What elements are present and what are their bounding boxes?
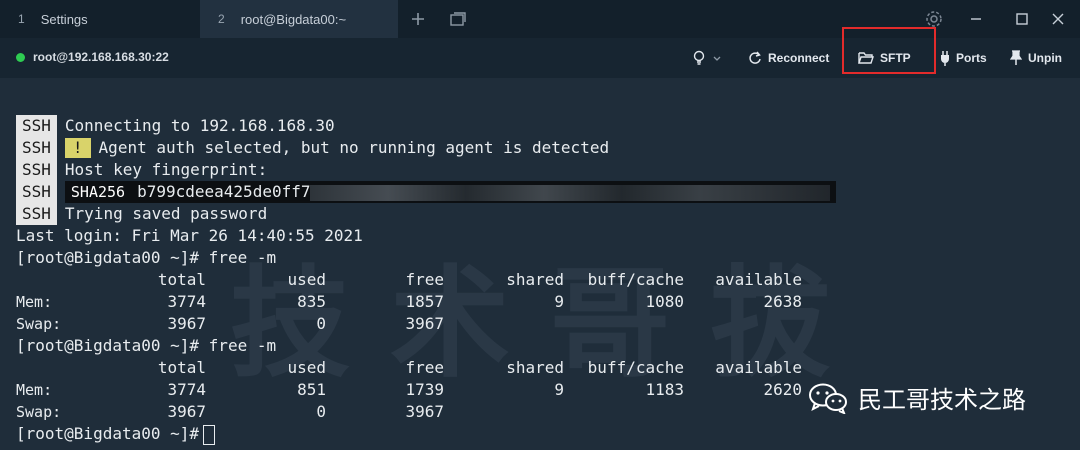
swap-total: 3967 — [167, 314, 206, 333]
mem-free: 1857 — [405, 292, 444, 311]
command: free -m — [208, 336, 277, 355]
maximize-icon[interactable] — [1012, 9, 1032, 29]
column-header: free — [405, 270, 444, 289]
terminal-cursor[interactable] — [203, 424, 216, 445]
unpin-label: Unpin — [1028, 51, 1062, 65]
ssh-line: SSH SHA256 b799cdeea425de0ff7 — [16, 181, 837, 203]
last-login-line: Last login: Fri Mar 26 14:40:55 2021 — [16, 226, 363, 245]
column-header: buff/cache — [587, 270, 684, 289]
tab-label: root@Bigdata00:~ — [240, 11, 347, 27]
column-header: available — [715, 270, 802, 289]
swap-used: 0 — [316, 314, 326, 333]
mem-used: 851 — [297, 380, 326, 399]
ssh-tag: SSH — [16, 159, 57, 181]
row-label: Mem: — [16, 293, 53, 311]
host-label: root@192.168.168.30:22 — [33, 50, 169, 64]
mem-total: 3774 — [167, 292, 206, 311]
tab-number: 2 — [218, 12, 225, 26]
fingerprint-redaction — [310, 184, 831, 201]
ssh-tag: SSH — [16, 137, 57, 159]
fingerprint-box: SHA256 b799cdeea425de0ff7 — [64, 181, 837, 203]
tab-number: 1 — [18, 12, 25, 26]
tab-label: Settings — [40, 11, 88, 27]
ssh-text: Agent auth selected, but no running agen… — [98, 138, 610, 157]
mem-available: 2620 — [763, 380, 802, 399]
chevron-down-icon — [713, 56, 721, 61]
mem-buff-cache: 1183 — [645, 380, 684, 399]
watermark-text: 民工哥技术之路 — [858, 386, 1026, 414]
new-tab-plus-icon[interactable] — [408, 9, 428, 29]
ssh-text: Connecting to 192.168.168.30 — [64, 116, 335, 135]
ssh-text: Host key fingerprint: — [64, 160, 268, 179]
ports-button[interactable]: Ports — [940, 48, 987, 68]
row-label: Swap: — [16, 403, 62, 421]
close-icon[interactable] — [1048, 9, 1068, 29]
reconnect-icon — [749, 51, 761, 64]
fingerprint-value: b799cdeea425de0ff7 — [137, 182, 311, 201]
wechat-watermark: 民工哥技术之路 — [808, 380, 1026, 415]
tab-overview-icon[interactable] — [448, 9, 468, 29]
pin-icon — [1010, 50, 1022, 65]
command: free -m — [208, 248, 277, 267]
prompt: [root@Bigdata00 ~]# — [16, 424, 200, 443]
prompt: [root@Bigdata00 ~]# — [16, 248, 200, 267]
mem-shared: 9 — [554, 292, 564, 311]
prompt-line: [root@Bigdata00 ~]# free -m — [16, 247, 276, 269]
swap-free: 3967 — [405, 314, 444, 333]
sftp-highlight-box — [842, 27, 936, 74]
lightbulb-icon — [693, 50, 705, 65]
ssh-line: SSH Trying saved password — [16, 203, 267, 225]
connection-status: root@192.168.168.30:22 — [16, 50, 169, 64]
tab-settings[interactable]: 1 Settings — [0, 0, 198, 38]
wechat-icon — [809, 383, 847, 414]
column-header: shared — [506, 270, 564, 289]
reconnect-label: Reconnect — [768, 51, 830, 65]
mem-total: 3774 — [167, 380, 206, 399]
ssh-tag: SSH — [16, 115, 57, 137]
mem-buff-cache: 1080 — [645, 292, 684, 311]
row-label: Mem: — [16, 381, 53, 399]
swap-used: 0 — [316, 402, 326, 421]
ssh-line: SSH Connecting to 192.168.168.30 — [16, 115, 335, 137]
connected-status-icon — [16, 52, 25, 62]
plug-icon — [941, 51, 949, 66]
terminal[interactable]: 技术哥拔 SSH Connecting to 192.168.168.30 SSH… — [0, 78, 1080, 450]
tab-terminal[interactable]: 2 root@Bigdata00:~ — [200, 0, 398, 38]
row-label: Swap: — [16, 315, 62, 333]
ssh-tag: SSH — [16, 203, 57, 225]
unpin-button[interactable]: Unpin — [1010, 48, 1062, 68]
column-header: used — [287, 270, 326, 289]
prompt: [root@Bigdata00 ~]# — [16, 336, 200, 355]
mem-shared: 9 — [554, 380, 564, 399]
column-header: buff/cache — [587, 358, 684, 377]
ssh-line: SSH! Agent auth selected, but no running … — [16, 137, 609, 159]
reconnect-button[interactable]: Reconnect — [748, 48, 829, 68]
prompt-line: [root@Bigdata00 ~]# — [16, 423, 216, 445]
gear-icon[interactable] — [924, 9, 944, 29]
mem-free: 1739 — [405, 380, 444, 399]
swap-total: 3967 — [167, 402, 206, 421]
column-header: available — [715, 358, 802, 377]
column-header: total — [157, 358, 206, 377]
prompt-line: [root@Bigdata00 ~]# free -m — [16, 335, 276, 357]
column-header: used — [287, 358, 326, 377]
warning-tag: ! — [64, 138, 91, 158]
fingerprint-label: SHA256 — [70, 181, 138, 203]
mem-used: 835 — [297, 292, 326, 311]
ssh-text: Trying saved password — [64, 204, 268, 223]
minimize-icon[interactable] — [966, 9, 986, 29]
column-header: total — [157, 270, 206, 289]
column-header: shared — [506, 358, 564, 377]
mem-available: 2638 — [763, 292, 802, 311]
quick-actions-dropdown[interactable] — [692, 48, 728, 68]
ssh-line: SSH Host key fingerprint: — [16, 159, 267, 181]
column-header: free — [405, 358, 444, 377]
ssh-tag: SSH — [16, 181, 57, 203]
swap-free: 3967 — [405, 402, 444, 421]
ports-label: Ports — [956, 51, 987, 65]
